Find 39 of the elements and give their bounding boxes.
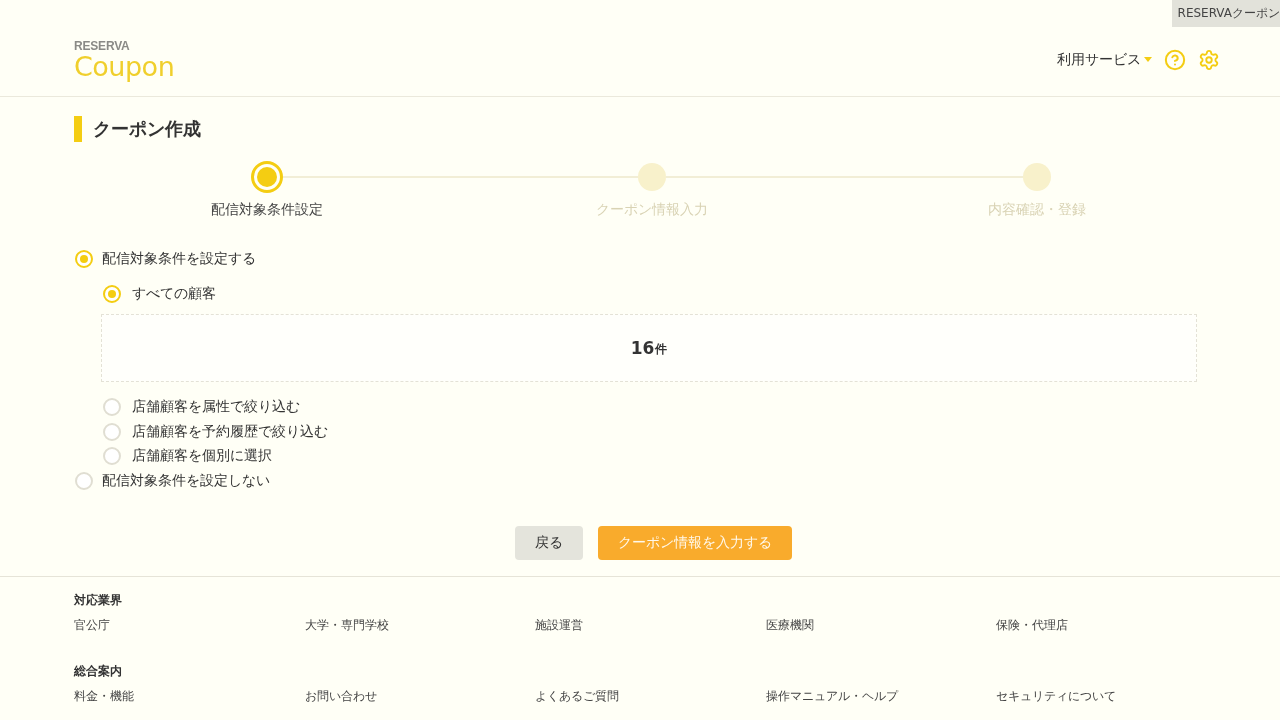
logo-brand-text: RESERVA (74, 39, 131, 52)
step-label: 内容確認・登録 (988, 201, 1087, 219)
title-accent-bar (74, 116, 82, 142)
footer-link[interactable]: 大学・専門学校 (304, 617, 389, 633)
option-label: 店舗顧客を個別に選択 (132, 447, 272, 466)
option-label: 配信対象条件を設定する (102, 250, 256, 269)
footer-link[interactable]: よくあるご質問 (535, 688, 619, 704)
step-label: 配信対象条件設定 (210, 201, 323, 219)
footer-link[interactable]: 料金・機能 (74, 688, 134, 704)
radio-button[interactable] (103, 447, 121, 466)
page-title: クーポン作成 (93, 117, 201, 141)
footer-link[interactable]: 官公庁 (74, 617, 110, 633)
footer-link[interactable]: 保険・代理店 (996, 617, 1068, 633)
radio-button[interactable] (103, 284, 121, 303)
footer-link[interactable]: お問い合わせ (304, 688, 377, 704)
back-button[interactable]: 戻る (514, 526, 583, 560)
step-label: クーポン情報入力 (596, 201, 708, 219)
footer-link[interactable]: セキュリティについて (996, 688, 1116, 704)
footer-link[interactable]: 施設運営 (535, 617, 583, 633)
service-tab[interactable]: RESERVAクーポン (1171, 0, 1280, 27)
footer-heading: 総合案内 (74, 663, 123, 679)
caret-icon (1144, 57, 1152, 62)
radio-button[interactable] (75, 471, 93, 490)
footer-link[interactable]: 医療機関 (765, 617, 814, 633)
option-label: 店舗顧客を属性で絞り込む (132, 398, 300, 417)
count-unit: 件 (655, 341, 668, 358)
radio-button[interactable] (103, 398, 121, 417)
services-menu[interactable]: 利用サービス (1057, 50, 1152, 69)
footer-link[interactable]: 操作マニュアル・ヘルプ (765, 688, 898, 704)
count-text: 16 (630, 338, 655, 358)
settings-icon[interactable] (1198, 48, 1220, 71)
footer-heading: 対応業界 (74, 592, 123, 608)
option-label: 店舗顧客を予約履歴で絞り込む (132, 422, 328, 441)
radio-button[interactable] (103, 422, 121, 441)
radio-button[interactable] (75, 250, 93, 269)
help-icon[interactable] (1164, 48, 1186, 71)
option-label: 配信対象条件を設定しない (102, 471, 270, 490)
logo-product-text: Coupon (74, 52, 175, 80)
option-label: すべての顧客 (132, 284, 216, 303)
